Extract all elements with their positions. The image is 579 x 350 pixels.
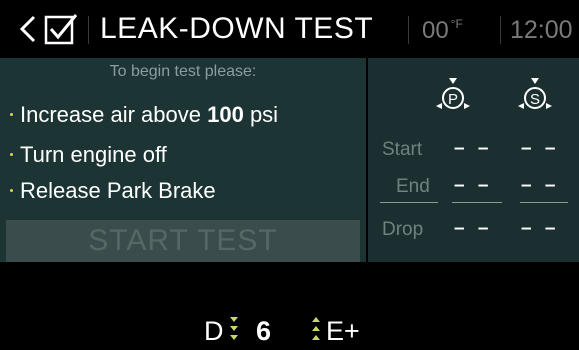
instructions-panel: To begin test please: Increase air above…: [0, 58, 366, 262]
secondary-pressure-gauge-icon: S: [518, 78, 552, 109]
header-divider: [500, 16, 501, 44]
bullet-dot: [10, 188, 13, 192]
readings-panel: P S Start – – – – End – – – – Drop – – –…: [368, 58, 579, 262]
back-chevron-icon[interactable]: [12, 12, 46, 46]
drop-secondary-value: – –: [521, 218, 560, 239]
instruction-text: Release Park Brake: [20, 178, 216, 203]
end-primary-value: – –: [454, 175, 493, 196]
drop-primary-value: – –: [454, 218, 493, 239]
instruction-unit: psi: [243, 102, 279, 127]
temperature-value: 00: [422, 17, 449, 44]
instructions-heading: To begin test please:: [109, 63, 257, 80]
gear-mode: E+: [326, 316, 360, 346]
instruction-text: Increase air above: [20, 102, 208, 127]
bullet-dot: [10, 112, 13, 116]
gauge-letter: P: [448, 91, 458, 108]
shift-down-arrow-icon: [230, 317, 238, 340]
shift-up-arrow-icon: [312, 317, 320, 340]
instruction-item: Increase air above 100 psi: [10, 102, 278, 128]
instruction-item: Turn engine off: [10, 142, 167, 168]
pressure-threshold: 100: [207, 102, 244, 127]
start-label: Start: [382, 139, 423, 160]
end-secondary-value: – –: [521, 175, 560, 196]
instruction-item: Release Park Brake: [10, 178, 216, 204]
start-test-button[interactable]: START TEST: [6, 220, 360, 262]
clock: 12:00: [510, 16, 573, 44]
primary-pressure-gauge-icon: P: [436, 78, 470, 109]
start-primary-value: – –: [454, 138, 493, 159]
header-divider: [88, 16, 89, 44]
start-secondary-value: – –: [521, 138, 560, 159]
end-secondary-underline: [520, 202, 568, 203]
header-bar: LEAK-DOWN TEST 00 °F 12:00: [0, 0, 579, 58]
end-row-underline: [380, 202, 438, 203]
gear-current: D: [204, 316, 224, 346]
page-title: LEAK-DOWN TEST: [100, 12, 374, 45]
instruction-text: Turn engine off: [20, 142, 167, 167]
temperature-unit: °F: [450, 17, 463, 31]
header-divider: [408, 16, 409, 44]
gear-status-bar: D 6 E+: [0, 308, 579, 350]
drop-label: Drop: [382, 219, 424, 240]
outside-temperature: 00 °F: [422, 17, 463, 45]
checkbox-icon[interactable]: [44, 12, 78, 46]
gear-number: 6: [256, 316, 272, 346]
end-label: End: [396, 176, 430, 197]
gauge-letter: S: [530, 91, 540, 108]
end-primary-underline: [452, 202, 502, 203]
bullet-dot: [10, 152, 13, 156]
